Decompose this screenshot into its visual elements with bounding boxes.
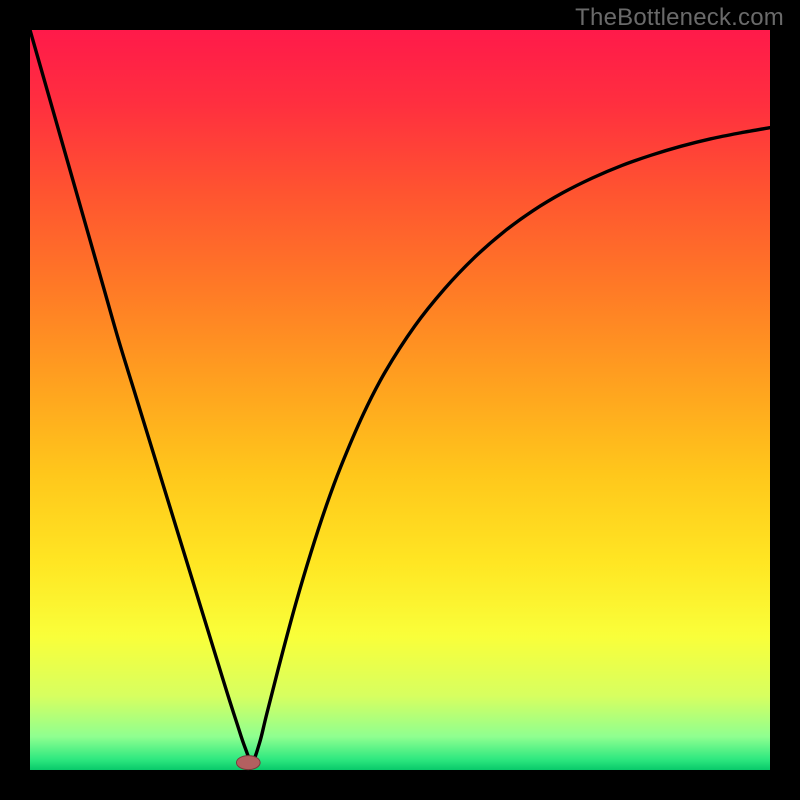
watermark-text: TheBottleneck.com [575, 4, 784, 32]
chart-stage: { "watermark": "TheBottleneck.com", "col… [0, 0, 800, 800]
plot-background [30, 30, 770, 770]
optimal-point-marker [236, 756, 260, 770]
bottleneck-chart [0, 0, 800, 800]
